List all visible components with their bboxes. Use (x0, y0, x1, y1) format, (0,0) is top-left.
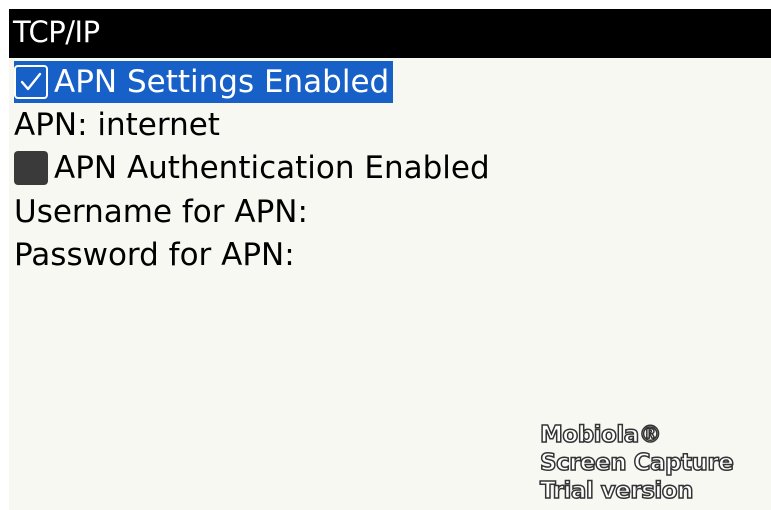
watermark-line-3: Trial version (539, 477, 694, 505)
apn-field[interactable]: APN: internet (14, 104, 220, 146)
password-field[interactable]: Password for APN: (14, 234, 295, 276)
screen: TCP/IP APN Settings Enabled APN: interne… (9, 9, 771, 510)
password-label: Password for APN: (14, 237, 295, 273)
watermark-line-2: Screen Capture (539, 449, 734, 477)
title-bar: TCP/IP (9, 9, 771, 58)
apn-authentication-enabled-option[interactable]: APN Authentication Enabled (14, 147, 490, 189)
apn-authentication-enabled-label: APN Authentication Enabled (54, 150, 490, 186)
screen-title: TCP/IP (13, 15, 100, 49)
checkbox-unchecked-icon[interactable] (14, 150, 48, 185)
username-field[interactable]: Username for APN: (14, 191, 308, 233)
watermark-line-1: Mobiola® (539, 421, 662, 449)
username-label: Username for APN: (14, 194, 308, 230)
apn-settings-enabled-label: APN Settings Enabled (54, 64, 390, 100)
mobiola-watermark: Mobiola® Screen Capture Trial version (539, 421, 734, 505)
apn-label: APN: internet (14, 107, 220, 143)
checkbox-checked-icon[interactable] (14, 64, 48, 99)
apn-settings-enabled-option[interactable]: APN Settings Enabled (14, 61, 394, 103)
